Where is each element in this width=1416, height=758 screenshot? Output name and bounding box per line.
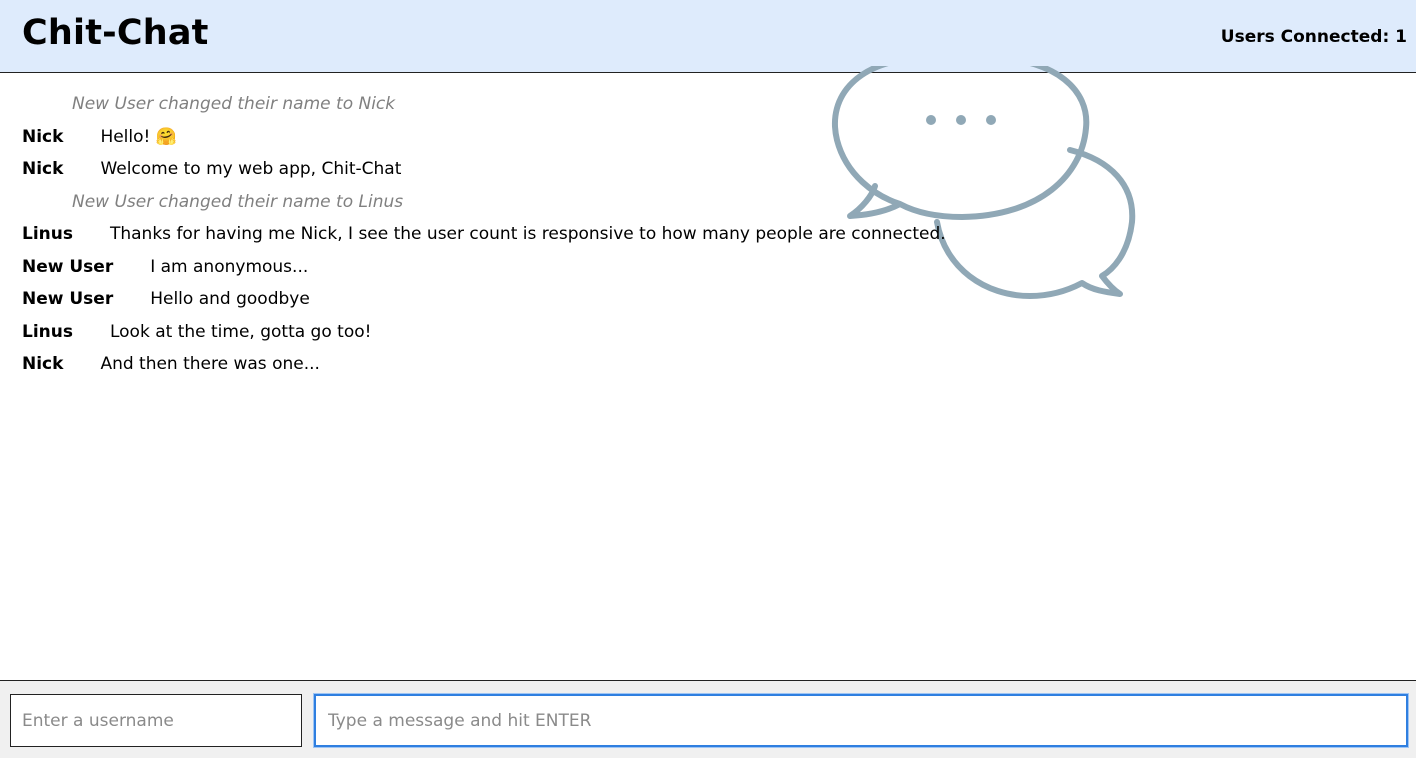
chat-message: Nick Welcome to my web app, Chit-Chat — [22, 153, 1402, 186]
message-username: Nick — [22, 159, 64, 180]
system-message-text: New User changed their name to Linus — [72, 191, 404, 212]
system-message: New User changed their name to Nick — [22, 88, 1402, 121]
message-text: Hello and goodbye — [150, 289, 310, 310]
chat-message: New User Hello and goodbye — [22, 283, 1402, 316]
app-header: Chit-Chat Users Connected: 1 — [0, 0, 1416, 73]
chat-message: Linus Thanks for having me Nick, I see th… — [22, 218, 1402, 251]
users-connected-count: Users Connected: 1 — [1220, 27, 1407, 47]
message-username: New User — [22, 256, 114, 277]
message-username: New User — [22, 289, 114, 310]
message-input[interactable] — [314, 694, 1408, 747]
message-text: And then there was one... — [100, 354, 320, 375]
chat-message: New User I am anonymous... — [22, 251, 1402, 284]
chat-message: Nick And then there was one... — [22, 348, 1402, 381]
chat-message: Nick Hello! 🤗 — [22, 121, 1402, 154]
system-message-text: New User changed their name to Nick — [72, 94, 396, 115]
username-input[interactable] — [10, 694, 302, 747]
message-username: Linus — [22, 224, 73, 245]
message-username: Nick — [22, 354, 64, 375]
message-text: Thanks for having me Nick, I see the use… — [109, 224, 946, 245]
message-text: Welcome to my web app, Chit-Chat — [100, 159, 402, 180]
message-text: I am anonymous... — [150, 256, 309, 277]
message-username: Linus — [22, 321, 73, 342]
system-message: New User changed their name to Linus — [22, 186, 1402, 219]
input-bar — [0, 680, 1416, 758]
message-text: Hello! 🤗 — [100, 126, 177, 147]
chat-message: Linus Look at the time, gotta go too! — [22, 316, 1402, 349]
message-text: Look at the time, gotta go too! — [109, 321, 372, 342]
app-title: Chit-Chat — [22, 13, 209, 53]
message-username: Nick — [22, 126, 64, 147]
message-list: New User changed their name to Nick Nick H… — [22, 88, 1402, 381]
